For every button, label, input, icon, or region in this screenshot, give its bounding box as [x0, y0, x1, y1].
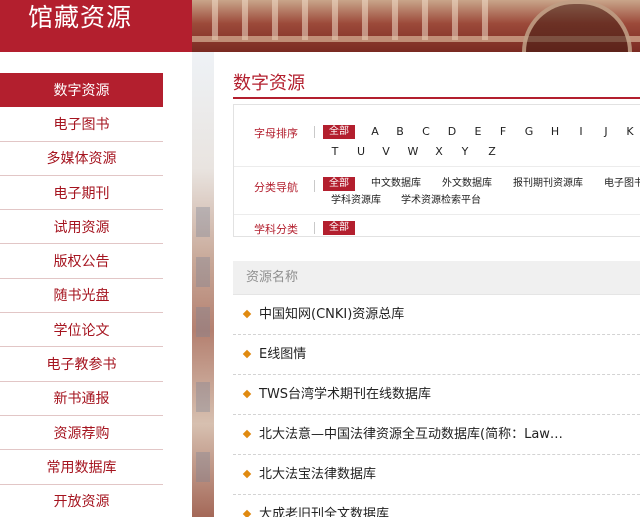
sidebar-nav: 数字资源 电子图书 多媒体资源 电子期刊 试用资源 版权公告 随书光盘 学位论文… [0, 73, 163, 517]
letter-filter[interactable]: G [523, 125, 535, 139]
letter-filter[interactable]: I [575, 125, 587, 139]
resource-link[interactable]: 北大法宝法律数据库 [259, 455, 376, 495]
resource-link[interactable]: 中国知网(CNKI)资源总库 [259, 295, 404, 335]
sidebar-item-trial-resources[interactable]: 试用资源 [0, 210, 163, 245]
bullet-icon [242, 429, 252, 439]
letter-filter[interactable]: F [497, 125, 509, 139]
letter-filter[interactable]: D [446, 125, 458, 139]
category-option[interactable]: 学科资源库 [331, 194, 381, 208]
category-filter-all[interactable]: 全部 [323, 177, 355, 191]
category-filter-label: 分类导航 [254, 181, 298, 194]
section-title: 馆藏资源 [28, 3, 133, 32]
letter-filter[interactable]: Y [459, 145, 471, 159]
letter-filter[interactable]: A [369, 125, 381, 139]
letter-filter[interactable]: B [394, 125, 406, 139]
filter-row-divider [234, 166, 640, 167]
resource-link[interactable]: TWS台湾学术期刊在线数据库 [259, 375, 431, 415]
resource-link[interactable]: 北大法意—中国法律资源全互动数据库(简称：Law… [259, 415, 563, 455]
letter-filter[interactable]: H [549, 125, 561, 139]
list-item[interactable]: 中国知网(CNKI)资源总库 [233, 295, 640, 335]
subject-filter-all[interactable]: 全部 [323, 221, 355, 235]
category-option[interactable]: 电子图书 [604, 177, 640, 191]
filter-row-divider [234, 214, 640, 215]
category-option[interactable]: 学术资源检索平台 [401, 194, 481, 208]
subject-filter-label: 学科分类 [254, 223, 298, 236]
sidebar-item-ebooks[interactable]: 电子图书 [0, 107, 163, 142]
letter-filter[interactable]: J [600, 125, 612, 139]
filter-separator [314, 126, 315, 138]
sidebar-item-multimedia[interactable]: 多媒体资源 [0, 142, 163, 176]
sidebar-item-book-cds[interactable]: 随书光盘 [0, 279, 163, 314]
letter-filter[interactable]: Z [486, 145, 498, 159]
decorative-photo-strip [192, 52, 214, 517]
resource-link[interactable]: E线图情 [259, 335, 306, 375]
sidebar-item-digital-resources[interactable]: 数字资源 [0, 73, 163, 108]
letter-filter[interactable]: C [420, 125, 432, 139]
letter-filter[interactable]: U [355, 145, 367, 159]
list-item[interactable]: 大成老旧刊全文数据库 [233, 495, 640, 517]
list-item[interactable]: 北大法宝法律数据库 [233, 455, 640, 495]
resource-list-header: 资源名称 [233, 261, 640, 295]
list-item[interactable]: TWS台湾学术期刊在线数据库 [233, 375, 640, 415]
sidebar-item-ejournals[interactable]: 电子期刊 [0, 176, 163, 211]
letter-filter[interactable]: E [472, 125, 484, 139]
sidebar-item-new-books[interactable]: 新书通报 [0, 382, 163, 416]
bullet-icon [242, 349, 252, 359]
sidebar-item-resource-recommend[interactable]: 资源荐购 [0, 416, 163, 451]
filter-separator [314, 180, 315, 192]
title-divider [233, 97, 640, 99]
bullet-icon [242, 309, 252, 319]
letter-filter[interactable]: W [407, 145, 419, 159]
main-content: 数字资源 字母排序 全部 A B C D E F G H I J K T U V… [233, 52, 640, 517]
letter-filter[interactable]: X [433, 145, 445, 159]
letter-filter[interactable]: T [329, 145, 341, 159]
page-title: 数字资源 [233, 73, 305, 94]
bullet-icon [242, 389, 252, 399]
alphabet-filter-all[interactable]: 全部 [323, 125, 355, 139]
resource-link[interactable]: 大成老旧刊全文数据库 [259, 495, 389, 517]
list-item[interactable]: 北大法意—中国法律资源全互动数据库(简称：Law… [233, 415, 640, 455]
header-banner-image [192, 0, 640, 52]
sidebar-item-copyright-notice[interactable]: 版权公告 [0, 244, 163, 279]
alphabet-filter-label: 字母排序 [254, 127, 298, 140]
filter-separator [314, 222, 315, 234]
filter-panel: 字母排序 全部 A B C D E F G H I J K T U V W X … [233, 104, 640, 237]
site-header: 馆藏资源 [0, 0, 640, 52]
letter-filter[interactable]: K [624, 125, 636, 139]
sidebar-item-open-resources[interactable]: 开放资源 [0, 485, 163, 517]
letter-filter[interactable]: V [380, 145, 392, 159]
category-option[interactable]: 报刊期刊资源库 [513, 177, 583, 191]
list-item[interactable]: E线图情 [233, 335, 640, 375]
bullet-icon [242, 509, 252, 517]
category-option[interactable]: 外文数据库 [442, 177, 492, 191]
bullet-icon [242, 469, 252, 479]
sidebar-item-theses[interactable]: 学位论文 [0, 313, 163, 348]
category-option[interactable]: 中文数据库 [371, 177, 421, 191]
sidebar-item-common-databases[interactable]: 常用数据库 [0, 450, 163, 485]
sidebar-item-e-reference-books[interactable]: 电子教参书 [0, 347, 163, 382]
